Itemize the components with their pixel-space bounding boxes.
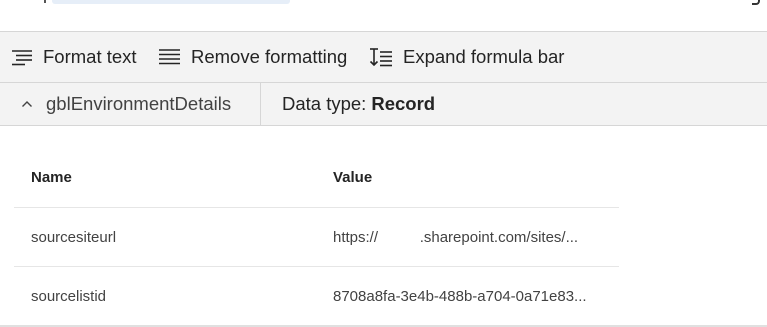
- table-row: sourcesiteurl https:// .sharepoint.com/s…: [14, 208, 619, 267]
- data-type-value: Record: [371, 93, 436, 114]
- data-type-label: Data type:: [282, 93, 367, 114]
- row-value-cell: 8708a8fa-3e4b-488b-a704-0a71e83...: [333, 287, 587, 305]
- format-text-icon: [12, 50, 32, 66]
- row-value-cell: https:// .sharepoint.com/sites/...: [333, 228, 579, 246]
- formula-text-fragment-icon: [752, 0, 760, 5]
- remove-formatting-icon: [159, 49, 180, 65]
- format-text-label: Format text: [43, 46, 137, 67]
- remove-formatting-label: Remove formatting: [191, 46, 348, 67]
- formula-input-highlight[interactable]: [52, 0, 290, 4]
- variable-selector[interactable]: gblEnvironmentDetails: [0, 83, 261, 125]
- expand-formula-bar-button[interactable]: Expand formula bar: [369, 32, 564, 82]
- row-name-cell: sourcesiteurl: [31, 228, 117, 246]
- expand-formula-bar-label: Expand formula bar: [403, 46, 565, 67]
- column-header-value: Value: [333, 169, 373, 186]
- formula-text-cursor-icon: [44, 0, 52, 3]
- record-table: Name Value sourcesiteurl https:// .share…: [14, 148, 619, 326]
- formula-toolbar: Format text Remove formatting Expand for…: [0, 31, 767, 83]
- variable-name: gblEnvironmentDetails: [46, 93, 232, 114]
- column-header-name: Name: [31, 169, 72, 186]
- remove-formatting-button[interactable]: Remove formatting: [158, 32, 347, 82]
- table-header-row: Name Value: [14, 148, 619, 208]
- variable-bar: gblEnvironmentDetails Data type: Record: [0, 83, 767, 126]
- expand-formula-bar-icon: [369, 48, 392, 67]
- table-row: sourcelistid 8708a8fa-3e4b-488b-a704-0a7…: [14, 267, 619, 326]
- chevron-up-icon: [22, 101, 32, 107]
- data-type-display: Data type: Record: [282, 83, 435, 125]
- format-text-button[interactable]: Format text: [11, 32, 137, 82]
- formula-bar-remnant: [0, 0, 767, 30]
- row-name-cell: sourcelistid: [31, 287, 107, 305]
